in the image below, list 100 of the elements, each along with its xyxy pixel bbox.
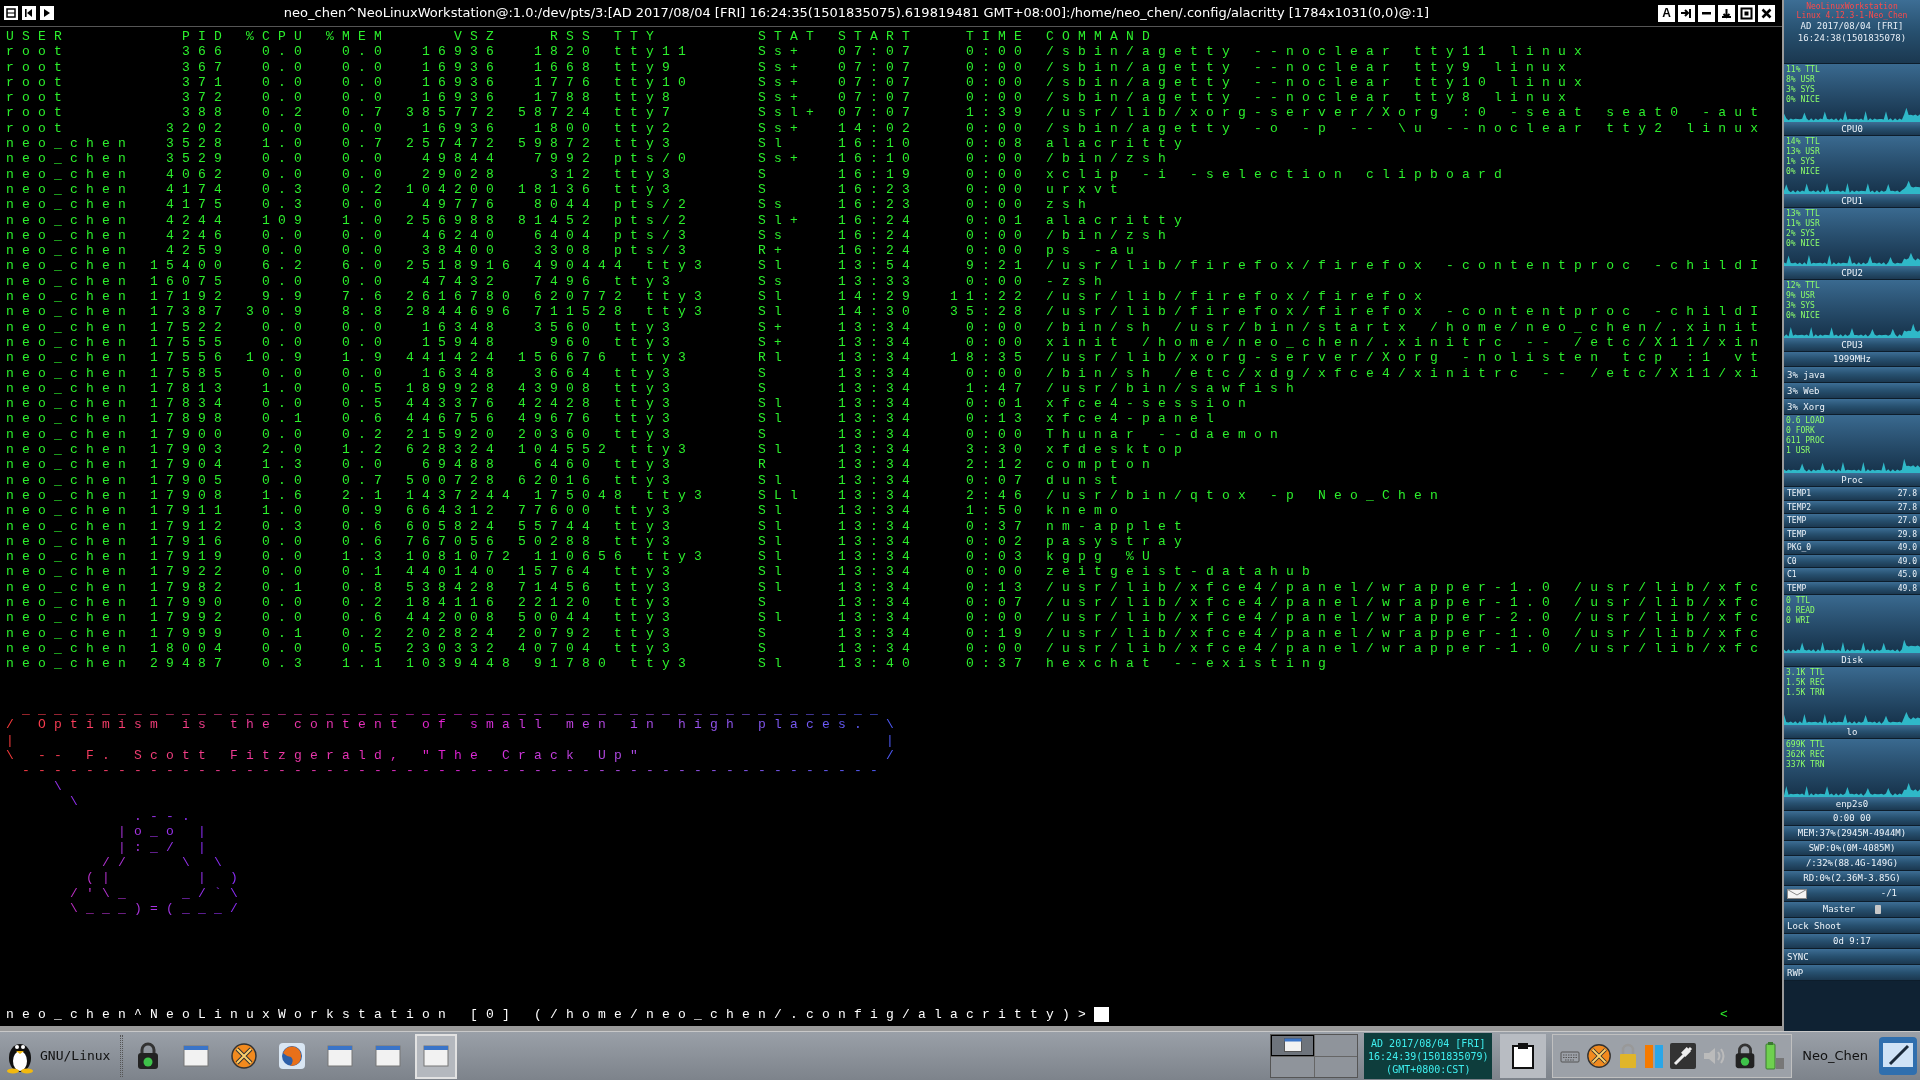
browser-icon — [277, 1041, 308, 1071]
terminal-line: neo_chen 17922 0.0 0.1 440140 15764 tty3 Sl 13:34 0:00 zeitgeist-datahub — [6, 564, 1319, 580]
terminal-line: neo_chen 17911 1.0 0.9 664312 77600 tty3 Sl 13:34 1:50 knemo — [6, 503, 1127, 519]
sensor-value: 45.0 — [1897, 569, 1917, 581]
terminal-line: neo_chen 17905 0.0 0.7 500728 62016 tty3 Sl 13:34 0:07 dunst — [6, 472, 1127, 488]
graph-reading: 0% NICE — [1786, 311, 1820, 321]
workspace-cell[interactable] — [1314, 1035, 1358, 1056]
sensor-value: 29.8 — [1897, 528, 1917, 540]
workspace-cell[interactable] — [1271, 1056, 1314, 1077]
user-name: Neo_Chen — [1802, 1047, 1868, 1066]
terminal-line: neo_chen 17556 10.9 1.9 441424 156676 tty3 Rl 13:34 18:35 /usr/lib/xorg-server/Xorg -nolisten tcp :1 vt — [6, 350, 1767, 366]
terminal-line: neo_chen 17992 0.0 0.6 442008 50044 tty3 Sl 13:34 0:00 /usr/lib/xfce4/panel/wrapper-2.0 /usr/lib/xfc — [6, 610, 1767, 626]
prompt-marker: < — [1720, 1006, 1736, 1022]
graph-reading: 11% TTL — [1786, 65, 1820, 75]
terminal-line: neo_chen 17903 2.0 1.2 628324 104552 tty3 Sl 13:34 3:30 xfdesktop — [6, 442, 1191, 458]
panel-label: lo — [1784, 725, 1920, 739]
monitor-row: RD:0%(2.36M-3.85G) — [1784, 871, 1920, 886]
panel-label: enp2s0 — [1784, 797, 1920, 811]
terminal-line: neo_chen 17813 1.0 0.5 189928 43908 tty3 S 13:34 1:47 /usr/bin/sawfish — [6, 380, 1303, 397]
window-thumbnail-icon — [1283, 1038, 1302, 1053]
sensor-value: 27.0 — [1897, 515, 1917, 527]
graph-reading: 337K TRN — [1786, 760, 1825, 770]
graph-reading: 0 TTL — [1786, 596, 1811, 606]
monitor-row: SWP:0%(0M-4085M) — [1784, 841, 1920, 856]
maximize-icon[interactable] — [1738, 4, 1755, 22]
terminal-line: neo_chen 17919 0.0 1.3 1081072 110656 tty3 Sl 13:34 0:03 kgpg %U — [6, 549, 1159, 565]
terminal-line: USER PID %CPU %MEM VSZ RSS TTY STAT START TIME COMMAND — [6, 29, 1159, 45]
always-on-top-button[interactable]: A — [1658, 4, 1675, 22]
panel-label: CPU3 — [1784, 338, 1920, 352]
pen-app-icon[interactable] — [1878, 1036, 1918, 1076]
graph-reading: 0% NICE — [1786, 167, 1820, 177]
graph-reading: 0.6 LOAD — [1786, 416, 1825, 426]
crossed-circle-icon — [229, 1041, 260, 1071]
text-cursor — [1094, 1006, 1110, 1022]
volume-label: Master — [1822, 902, 1856, 916]
monitor-row: 3% Web — [1784, 383, 1920, 399]
monitor-row: MEM:37%(2945M-4944M) — [1784, 826, 1920, 841]
sensor-name: TEMP — [1787, 528, 1807, 540]
terminal-line: neo_chen 4246 0.0 0.0 46240 6404 pts/3 Ss 16:24 0:00 /bin/zsh — [6, 227, 1175, 244]
terminal-line: neo_chen 17192 9.9 7.6 2616780 620772 tty3 Sl 14:29 11:22 /usr/lib/firefox/firefox — [6, 289, 1431, 305]
minimize-icon[interactable] — [1698, 4, 1715, 22]
graph-reading: 1.5K REC — [1786, 678, 1825, 688]
sensor-name: PKG_0 — [1787, 542, 1812, 554]
panel-label: CPU2 — [1784, 266, 1920, 280]
terminal-line: neo_chen 17999 0.1 0.2 202824 20792 tty3 S 13:34 0:19 /usr/lib/xfce4/panel/wrapper-1.0 /usr/lib/xfc — [6, 625, 1767, 641]
menu-button[interactable]: GNU/Linux — [0, 1032, 117, 1080]
graph-reading: 362K REC — [1786, 750, 1825, 760]
terminal-line: neo_chen 17834 0.0 0.5 443376 42428 tty3 Sl 13:34 0:01 xfce4-session — [6, 396, 1255, 412]
previous-icon[interactable] — [21, 5, 37, 21]
terminal-line: neo_chen 17912 0.3 0.6 605824 55744 tty3 Sl 13:34 0:37 nm-applet — [6, 518, 1191, 534]
pin-icon[interactable] — [1678, 4, 1695, 22]
terminal-line: neo_chen 17898 0.1 0.6 446756 49676 tty3 Sl 13:34 0:13 xfce4-panel — [6, 411, 1223, 427]
terminal-line: neo_chen 17904 1.3 0.0 69488 6460 tty3 R 13:34 2:12 compton — [6, 457, 1159, 473]
monitor-row: SYNC — [1784, 949, 1920, 965]
graph-reading: 1 USR — [1786, 446, 1811, 456]
panel-label: CPU1 — [1784, 194, 1920, 208]
terminal-line: neo_chen 17585 0.0 0.0 16348 3664 tty3 S 13:34 0:00 /bin/sh /etc/xdg/xfce4/xinitrc -- /etc/X11/xi — [6, 365, 1767, 381]
terminal-line: neo_chen 3528 1.0 0.7 257472 59872 tty3 Sl 16:10 0:08 alacritty — [6, 136, 1191, 152]
graph-reading: 0% NICE — [1786, 239, 1820, 249]
graph-reading: 3% SYS — [1786, 85, 1815, 95]
terminal-line: neo_chen 4259 0.0 0.0 38400 3308 pts/3 R+ 16:24 0:00 ps -au — [6, 243, 1143, 259]
clock-text: (GMT+0800:CST) — [1386, 1062, 1471, 1076]
monitor-row: 3% java — [1784, 367, 1920, 383]
task-button[interactable] — [415, 1033, 458, 1079]
monitor-row: 1999MHz — [1784, 352, 1920, 367]
panel-label: CPU0 — [1784, 122, 1920, 136]
clock-text: AD 2017/08/04 [FRI] — [1371, 1036, 1486, 1050]
shade-icon[interactable] — [1718, 4, 1735, 22]
host-info: NeoLinuxWorkstation — [1806, 2, 1898, 11]
panel-label: Proc — [1784, 473, 1920, 487]
graph-reading: 1% SYS — [1786, 157, 1815, 167]
graph-reading: 0% NICE — [1786, 95, 1820, 105]
workspace-cell[interactable] — [1271, 1035, 1314, 1056]
plug-icon — [1669, 1042, 1698, 1070]
sensor-value: 49.0 — [1897, 542, 1917, 554]
sensor-name: TEMP1 — [1787, 488, 1812, 500]
monitor-clock: 16:24:38(1501835078) — [1797, 32, 1907, 44]
sensor-value: 49.0 — [1897, 555, 1917, 567]
graph-reading: 3% SYS — [1786, 301, 1815, 311]
next-icon[interactable] — [39, 5, 55, 21]
window-menu-icon[interactable] — [3, 5, 19, 21]
graph-reading: 0 FORK — [1786, 426, 1815, 436]
graph-reading: 13% TTL — [1786, 209, 1820, 219]
graph-reading: 0 WRI — [1786, 616, 1811, 626]
graph-reading: 8% USR — [1786, 75, 1815, 85]
slider-knob-icon[interactable] — [1875, 905, 1882, 914]
terminal-line: neo_chen 17387 30.9 8.8 2844696 711528 tty3 Sl 14:30 35:28 /usr/lib/firefox/firefox -contentproc -childI — [6, 304, 1767, 320]
sensor-name: TEMP — [1787, 515, 1807, 527]
workspace-cell[interactable] — [1314, 1056, 1358, 1077]
close-icon[interactable] — [1758, 4, 1775, 22]
bar-icon — [1643, 1042, 1666, 1070]
terminal-line: neo_chen 17908 1.6 2.1 1437244 175048 tty3 SLl 13:34 2:46 /usr/bin/qtox -p Neo_Chen — [6, 487, 1447, 504]
terminal-line: neo_chen 29487 0.3 1.1 1039448 91780 tty3 Sl 13:40 0:37 hexchat --existing — [6, 656, 1335, 672]
sensor-value: 27.8 — [1897, 501, 1917, 513]
sensor-value: 49.8 — [1897, 582, 1917, 594]
graph-reading: 2% SYS — [1786, 229, 1815, 239]
monitor-clock: AD 2017/08/04 [FRI] — [1800, 20, 1904, 32]
clipboard-button[interactable] — [1500, 1034, 1547, 1078]
graph-reading: 0 READ — [1786, 606, 1815, 616]
graph-reading: 699K TTL — [1786, 740, 1825, 750]
